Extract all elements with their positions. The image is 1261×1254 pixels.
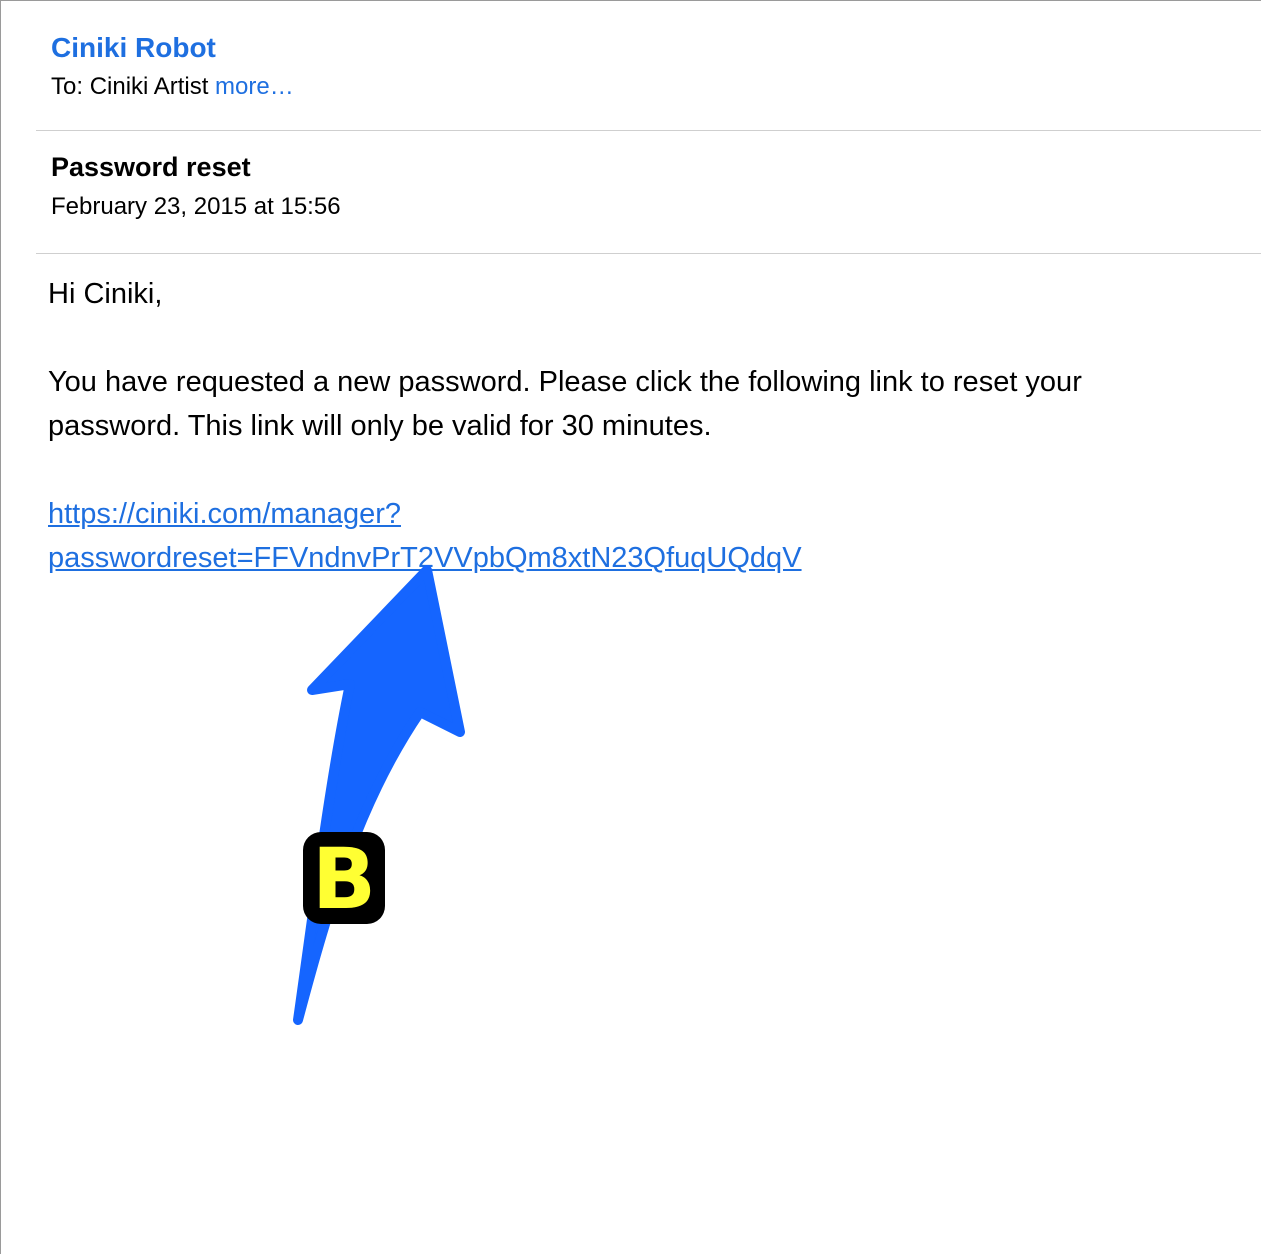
reset-link-line-1[interactable]: https://ciniki.com/manager? (48, 498, 401, 530)
reset-link-line-2[interactable]: passwordreset=FFVndnvPrT2VVpbQm8xtN23Qfu… (48, 542, 802, 574)
sender-name[interactable]: Ciniki Robot (51, 28, 294, 68)
to-prefix: To: (51, 73, 84, 100)
recipient-name[interactable]: Ciniki Artist (90, 73, 209, 100)
subject-divider (36, 253, 1261, 254)
more-recipients-link[interactable]: more… (215, 73, 294, 100)
header-divider (36, 130, 1261, 131)
password-reset-link[interactable]: https://ciniki.com/manager? passwordrese… (48, 492, 868, 580)
recipient-line: To: Ciniki Artist more… (51, 70, 294, 104)
email-message: You have requested a new password. Pleas… (48, 366, 1082, 442)
email-subject: Password reset (51, 152, 251, 182)
email-header: Ciniki Robot To: Ciniki Artist more… (51, 28, 294, 104)
subject-block: Password reset February 23, 2015 at 15:5… (51, 148, 341, 224)
reset-link-paragraph: https://ciniki.com/manager? passwordrese… (48, 492, 1228, 580)
email-date: February 23, 2015 at 15:56 (51, 193, 341, 220)
email-body: Hi Ciniki, You have requested a new pass… (48, 272, 1228, 580)
email-greeting: Hi Ciniki, (48, 278, 163, 310)
